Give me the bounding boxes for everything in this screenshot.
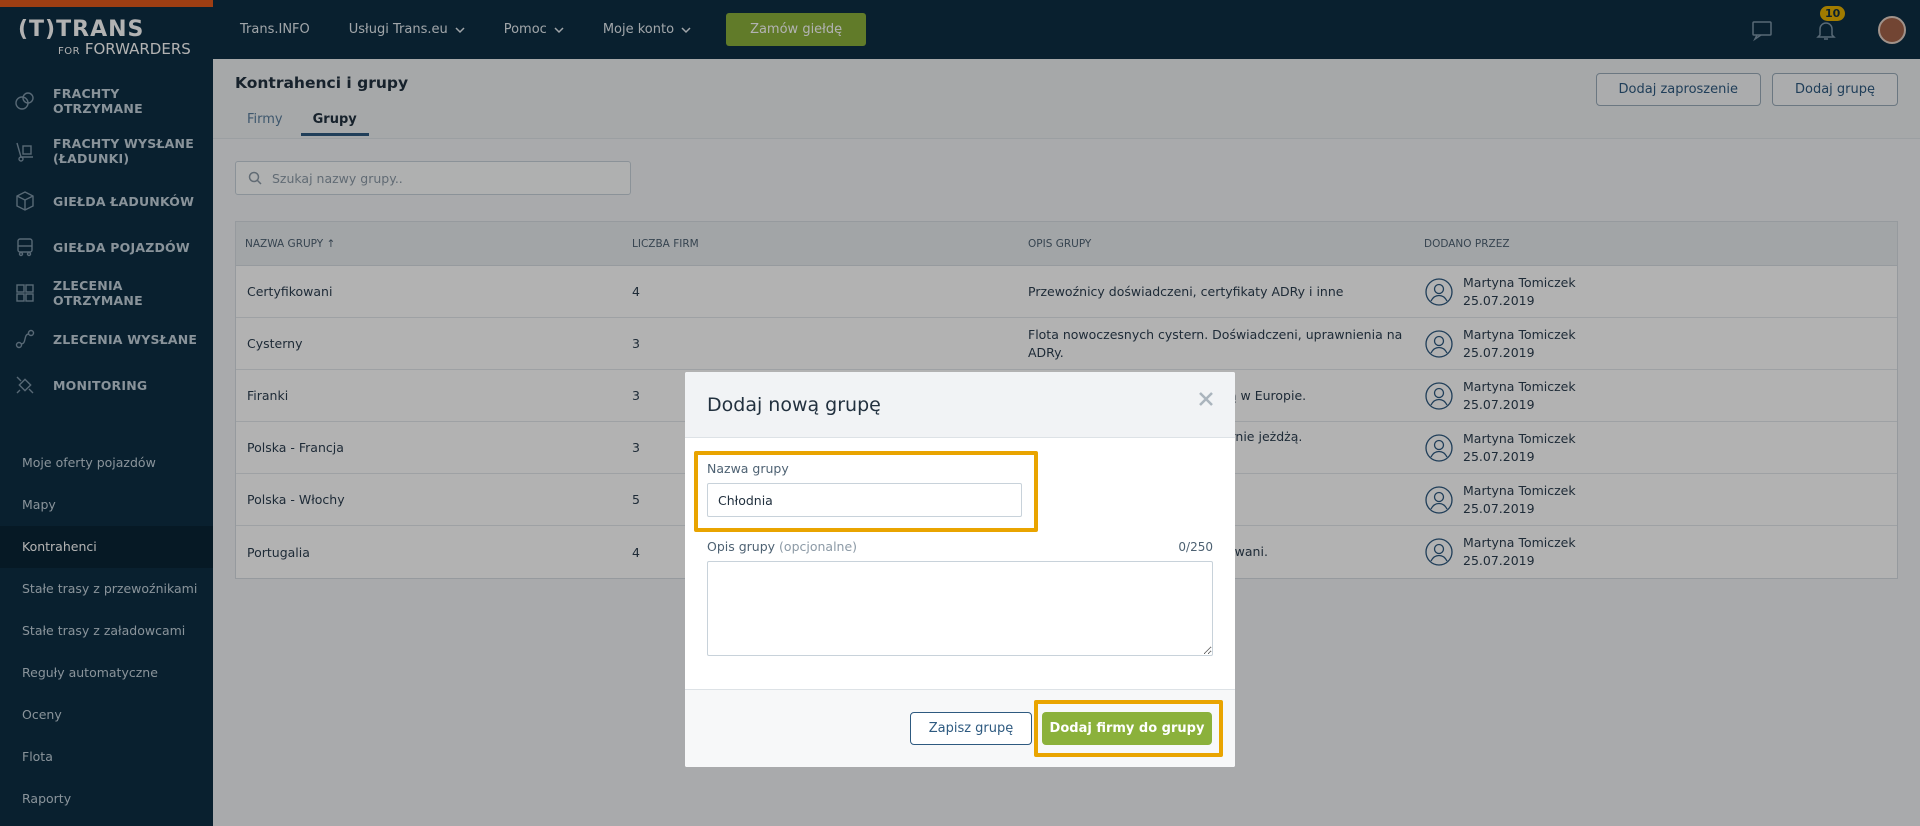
group-name-input[interactable] <box>707 483 1022 517</box>
description-label-text: Opis grupy <box>707 539 776 554</box>
close-icon[interactable] <box>1197 390 1215 408</box>
group-name-label: Nazwa grupy <box>707 461 789 476</box>
character-counter: 0/250 <box>1178 540 1213 554</box>
dialog-header: Dodaj nową grupę <box>685 372 1235 438</box>
optional-hint: (opcjonalne) <box>779 539 858 554</box>
group-description-label: Opis grupy (opcjonalne) <box>707 539 857 554</box>
add-companies-to-group-button[interactable]: Dodaj firmy do grupy <box>1042 712 1212 745</box>
dialog-footer: Zapisz grupę Dodaj firmy do grupy <box>685 689 1235 767</box>
dialog-title: Dodaj nową grupę <box>707 394 881 416</box>
save-group-button[interactable]: Zapisz grupę <box>910 712 1032 745</box>
add-group-dialog: Dodaj nową grupę Nazwa grupy Opis grupy … <box>685 372 1235 767</box>
group-description-input[interactable] <box>707 561 1213 656</box>
